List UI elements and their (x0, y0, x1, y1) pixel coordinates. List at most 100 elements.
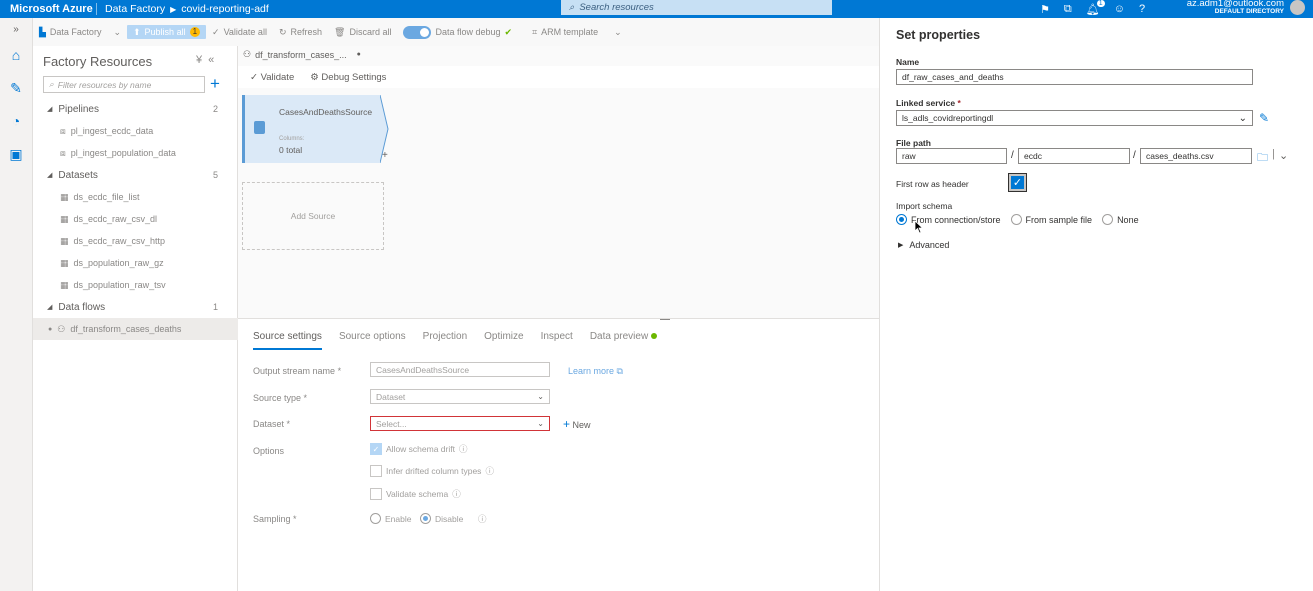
refresh-icon: ↻ (278, 26, 287, 37)
smiley-icon[interactable]: ☺ (1114, 3, 1125, 15)
validate-schema-checkbox[interactable]: Validate schema ⓘ (370, 488, 461, 500)
infer-drifted-types-checkbox[interactable]: Infer drifted column types ⓘ (370, 465, 494, 477)
account-info[interactable]: az.adm1@outlook.com DEFAULT DIRECTORY (1170, 0, 1284, 16)
sampling-disable-radio[interactable]: Disable (420, 513, 463, 524)
edit-pencil-icon[interactable]: ✎ (1259, 111, 1269, 125)
tree-item-label: ds_ecdc_file_list (73, 192, 140, 202)
tree-group-datasets[interactable]: ◢ Datasets 5 (33, 164, 238, 186)
file-path-file-input[interactable]: cases_deaths.csv (1140, 148, 1252, 164)
new-dataset-button[interactable]: + New (563, 417, 591, 431)
debug-settings-button[interactable]: ⚙ Debug Settings (310, 72, 386, 83)
filter-resources-input[interactable]: ⌕ Filter resources by name (43, 76, 205, 93)
publish-all-button[interactable]: ⬆ Publish all 1 (127, 25, 207, 39)
tree-item[interactable]: ▦ ds_population_raw_gz (33, 252, 238, 274)
search-input[interactable]: ⌕ Search resources (561, 0, 832, 15)
arm-template-menu[interactable]: ⌗ ARM template ⌄ (526, 27, 628, 38)
tree-item[interactable]: ⧈ pl_ingest_population_data (33, 142, 238, 164)
breadcrumb-factory[interactable]: covid-reporting-adf (181, 3, 269, 15)
import-none-label: None (1117, 214, 1139, 225)
expand-rail-icon[interactable]: » (7, 20, 25, 38)
first-row-header-label: First row as header (896, 179, 969, 189)
resize-grip[interactable] (660, 319, 670, 320)
browse-folder-icon[interactable]: 🗀 (1257, 149, 1268, 168)
feedback-icon[interactable]: ⚑ (1040, 3, 1050, 16)
unsaved-dot-icon: ● (48, 325, 53, 333)
source-node[interactable]: CasesAndDeathsSource Columns: 0 total + (242, 95, 389, 163)
tree-item-label: ds_ecdc_raw_csv_dl (73, 214, 158, 224)
file-path-container-value: raw (902, 151, 916, 161)
tree-item[interactable]: ▦ ds_ecdc_file_list (33, 186, 238, 208)
import-from-sample-radio[interactable]: From sample file (1010, 214, 1093, 225)
tree-item-selected[interactable]: ● ⚇ df_transform_cases_deaths (33, 318, 238, 340)
tab-optimize[interactable]: Optimize (484, 331, 523, 350)
data-flow-canvas[interactable]: ⚇ df_transform_cases_... ● ✓ Validate ⚙ … (238, 46, 879, 318)
check-icon: ✓ (250, 71, 258, 83)
help-icon[interactable]: ? (1139, 3, 1145, 15)
advanced-expander[interactable]: ▶ Advanced (898, 240, 949, 250)
tree-item[interactable]: ▦ ds_ecdc_raw_csv_dl (33, 208, 238, 230)
add-resource-button[interactable]: + (210, 74, 220, 94)
refresh-button[interactable]: ↻ Refresh (273, 27, 328, 38)
name-input[interactable]: df_raw_cases_and_deaths (896, 69, 1253, 85)
tree-group-data-flows[interactable]: ◢ Data flows 1 (33, 296, 238, 318)
dataset-select[interactable]: Select... ⌄ (370, 416, 550, 431)
collapse-panel-icons[interactable]: ¥« (196, 54, 220, 66)
tab-source-options[interactable]: Source options (339, 331, 406, 350)
sampling-enable-label: Enable (385, 513, 412, 524)
caret-down-icon: ◢ (47, 304, 53, 311)
tree-item[interactable]: ⧈ pl_ingest_ecdc_data (33, 120, 238, 142)
tree-item-label: ds_population_raw_tsv (73, 280, 166, 290)
file-path-directory-value: ecdc (1024, 151, 1042, 161)
data-flow-tab[interactable]: ⚇ df_transform_cases_... ● (243, 49, 361, 60)
source-type-select[interactable]: Dataset ⌄ (370, 389, 550, 404)
tab-data-preview[interactable]: Data preview (590, 331, 658, 350)
linked-service-select[interactable]: ls_adls_covidreportingdl ⌄ (896, 110, 1253, 126)
directory-switch-icon[interactable]: ⧉ (1064, 3, 1072, 16)
discard-all-button[interactable]: 🗑︎ Discard all (328, 27, 397, 38)
filter-placeholder: Filter resources by name (57, 79, 152, 90)
chevron-down-icon[interactable]: ⌄ (1279, 149, 1288, 162)
tree-item-label: pl_ingest_population_data (70, 148, 176, 158)
add-transform-plus-icon[interactable]: + (382, 150, 388, 161)
divider: | (1272, 148, 1275, 160)
data-factory-menu[interactable]: ▙ Data Factory ⌄ (33, 27, 127, 38)
allow-schema-drift-checkbox[interactable]: ✓ Allow schema drift ⓘ (370, 443, 467, 455)
arm-template-icon: ⌗ (532, 26, 538, 37)
search-icon: ⌕ (569, 2, 575, 13)
tab-inspect[interactable]: Inspect (541, 331, 573, 350)
output-stream-input[interactable]: CasesAndDeathsSource (370, 362, 550, 377)
panel-title: Set properties (896, 28, 981, 42)
validate-all-button[interactable]: ✓ Validate all (206, 27, 273, 38)
learn-more-link[interactable]: Learn more ⧉ (568, 366, 623, 377)
file-path-directory-input[interactable]: ecdc (1018, 148, 1130, 164)
import-from-connection-radio[interactable]: From connection/store (896, 214, 1001, 225)
group-count: 5 (212, 170, 218, 180)
factory-resources-title: Factory Resources (43, 54, 153, 69)
import-none-radio[interactable]: None (1102, 214, 1139, 225)
monitor-icon[interactable]: ◔ (7, 112, 25, 130)
tab-source-settings[interactable]: Source settings (253, 331, 322, 350)
sampling-enable-radio[interactable]: Enable (370, 513, 411, 524)
add-source-button[interactable]: Add Source (242, 182, 384, 250)
home-icon[interactable]: ⌂ (7, 46, 25, 64)
import-from-sample-label: From sample file (1025, 214, 1093, 225)
import-from-connection-label: From connection/store (911, 214, 1001, 225)
tree-item[interactable]: ▦ ds_ecdc_raw_csv_http (33, 230, 238, 252)
file-path-container-input[interactable]: raw (896, 148, 1007, 164)
breadcrumb-service[interactable]: Data Factory (105, 3, 165, 15)
author-pencil-icon[interactable]: ✎ (7, 79, 25, 97)
tab-projection[interactable]: Projection (423, 331, 467, 350)
brand-name[interactable]: Microsoft Azure (0, 3, 97, 15)
tree-item[interactable]: ▦ ds_population_raw_tsv (33, 274, 238, 296)
first-row-header-checkbox[interactable]: ✓ (1008, 173, 1027, 192)
chevron-down-icon: ⌄ (1238, 112, 1247, 124)
learn-more-label: Learn more (568, 366, 615, 376)
notifications-icon[interactable]: 🔔︎ 1 (1086, 0, 1105, 16)
required-marker: * (303, 393, 308, 403)
manage-toolbox-icon[interactable]: ▣ (7, 145, 25, 163)
tree-group-pipelines[interactable]: ◢ Pipelines 2 (33, 98, 238, 120)
data-flow-debug-toggle[interactable]: Data flow debug ✔ (397, 25, 518, 39)
debug-toggle-switch[interactable] (403, 25, 432, 39)
avatar[interactable] (1290, 0, 1305, 15)
validate-button[interactable]: ✓ Validate (250, 72, 294, 83)
